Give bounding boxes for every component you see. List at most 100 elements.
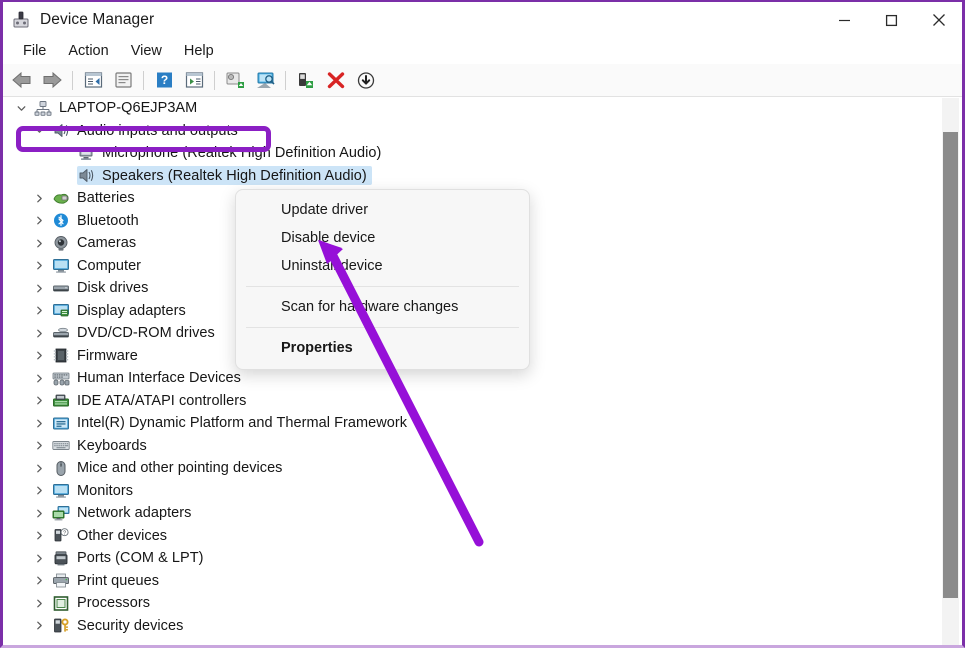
scrollbar-thumb[interactable] [943,132,958,598]
close-button[interactable] [915,2,962,38]
tree-node-label: Display adapters [77,302,186,319]
context-menu-item-properties[interactable]: Properties [236,334,529,362]
disk-drive-icon [52,280,70,297]
chevron-right-icon[interactable] [33,237,46,250]
chevron-down-icon[interactable] [15,102,28,115]
toolbar-separator [285,70,286,90]
tree-node-intel-dynamic-platform-and-thermal-framework[interactable]: Intel(R) Dynamic Platform and Thermal Fr… [3,412,962,435]
svg-text:?: ? [63,531,66,537]
minimize-button[interactable] [821,2,868,38]
tree-node-label: Other devices [77,527,168,544]
tree-node-human-interface-devices[interactable]: Human Interface Devices [3,367,962,390]
forward-icon[interactable] [37,66,67,94]
chip-icon [52,347,70,364]
tree-node-ports-com-and-lpt[interactable]: Ports (COM & LPT) [3,547,962,570]
vertical-scrollbar[interactable] [942,98,959,645]
chevron-right-icon[interactable] [33,372,46,385]
device-manager-icon [11,10,31,30]
svg-text:?: ? [160,73,167,87]
tree-node-label: DVD/CD-ROM drives [77,325,215,342]
tree-node-root[interactable]: LAPTOP-Q6EJP3AM [3,97,962,120]
tree-node-label: Print queues [77,572,160,589]
tree-node-mice-and-other-pointing-devices[interactable]: Mice and other pointing devices [3,457,962,480]
chevron-right-icon[interactable] [33,529,46,542]
tree-node-ide-ata-atapi-controllers[interactable]: IDE ATA/ATAPI controllers [3,390,962,413]
tree-node-processors[interactable]: Processors [3,592,962,615]
tree-node-other-devices[interactable]: ? Other devices [3,525,962,548]
maximize-button[interactable] [868,2,915,38]
menu-bar: File Action View Help [3,38,962,64]
toolbar-separator [214,70,215,90]
chevron-right-icon[interactable] [33,259,46,272]
context-menu-item-uninstall-device[interactable]: Uninstall device [236,252,529,280]
back-icon[interactable] [7,66,37,94]
tree-node-label: Mice and other pointing devices [77,460,283,477]
speaker-icon [52,122,70,139]
context-menu-item-scan-for-hardware-changes[interactable]: Scan for hardware changes [236,293,529,321]
tree-node-monitors[interactable]: Monitors [3,480,962,503]
network-adapter-icon [52,505,70,522]
tree-node-network-adapters[interactable]: Network adapters [3,502,962,525]
chevron-right-icon[interactable] [33,192,46,205]
chevron-right-icon[interactable] [33,619,46,632]
scan-hardware-icon[interactable] [250,66,280,94]
menu-file[interactable]: File [12,41,57,61]
menu-view[interactable]: View [120,41,173,61]
chevron-right-icon[interactable] [33,349,46,362]
context-menu-item-disable-device[interactable]: Disable device [236,224,529,252]
uninstall-device-icon[interactable] [321,66,351,94]
tree-node-audio-inputs-and-outputs[interactable]: Audio inputs and outputs [3,120,962,143]
context-menu[interactable]: Update driver Disable device Uninstall d… [235,189,530,370]
tree-node-label: Intel(R) Dynamic Platform and Thermal Fr… [77,415,408,432]
selected-row-highlight[interactable]: Speakers (Realtek High Definition Audio) [77,166,372,186]
chevron-right-icon[interactable] [33,507,46,520]
tree-node-label: Disk drives [77,280,149,297]
show-hidden-icon[interactable] [108,66,138,94]
tree-node-security-devices[interactable]: Security devices [3,615,962,638]
speaker-icon [77,167,95,184]
tree-node-speakers[interactable]: Speakers (Realtek High Definition Audio) [3,165,962,188]
toolbar-separator [143,70,144,90]
tree-node-print-queues[interactable]: Print queues [3,570,962,593]
update-driver-icon[interactable] [220,66,250,94]
tree-node-label: Monitors [77,482,133,499]
chevron-right-icon[interactable] [33,214,46,227]
tree-node-keyboards[interactable]: Keyboards [3,435,962,458]
mouse-icon [52,460,70,477]
chevron-right-icon[interactable] [33,304,46,317]
chevron-right-icon[interactable] [33,439,46,452]
chevron-right-icon[interactable] [33,394,46,407]
tree-node-microphone[interactable]: Microphone (Realtek High Definition Audi… [3,142,962,165]
properties-icon[interactable] [78,66,108,94]
tree-node-label: Network adapters [77,505,192,522]
context-menu-item-update-driver[interactable]: Update driver [236,196,529,224]
help-icon[interactable]: ? [149,66,179,94]
chevron-right-icon[interactable] [33,282,46,295]
chevron-right-icon[interactable] [33,552,46,565]
chevron-down-icon[interactable] [33,124,46,137]
chevron-right-icon[interactable] [33,462,46,475]
device-manager-window: Device Manager File Action View Help ? L… [0,0,965,648]
chevron-right-icon[interactable] [33,574,46,587]
tree-node-label: Security devices [77,617,184,634]
chevron-right-icon[interactable] [33,327,46,340]
toolbar: ? [3,64,962,97]
bluetooth-icon [52,212,70,229]
disable-device-icon[interactable] [351,66,381,94]
tree-node-label: Microphone (Realtek High Definition Audi… [102,145,382,162]
monitor-icon [52,482,70,499]
menu-action[interactable]: Action [57,41,119,61]
toolbar-separator [72,70,73,90]
chevron-right-icon[interactable] [33,597,46,610]
menu-help[interactable]: Help [173,41,225,61]
enable-device-icon[interactable] [291,66,321,94]
tree-node-label: Batteries [77,190,135,207]
tree-node-label: Cameras [77,235,137,252]
window-title: Device Manager [40,11,155,28]
tree-node-label: Ports (COM & LPT) [77,550,204,567]
processor-icon [52,595,70,612]
chevron-right-icon[interactable] [33,484,46,497]
details-icon[interactable] [179,66,209,94]
battery-icon [52,190,70,207]
chevron-right-icon[interactable] [33,417,46,430]
